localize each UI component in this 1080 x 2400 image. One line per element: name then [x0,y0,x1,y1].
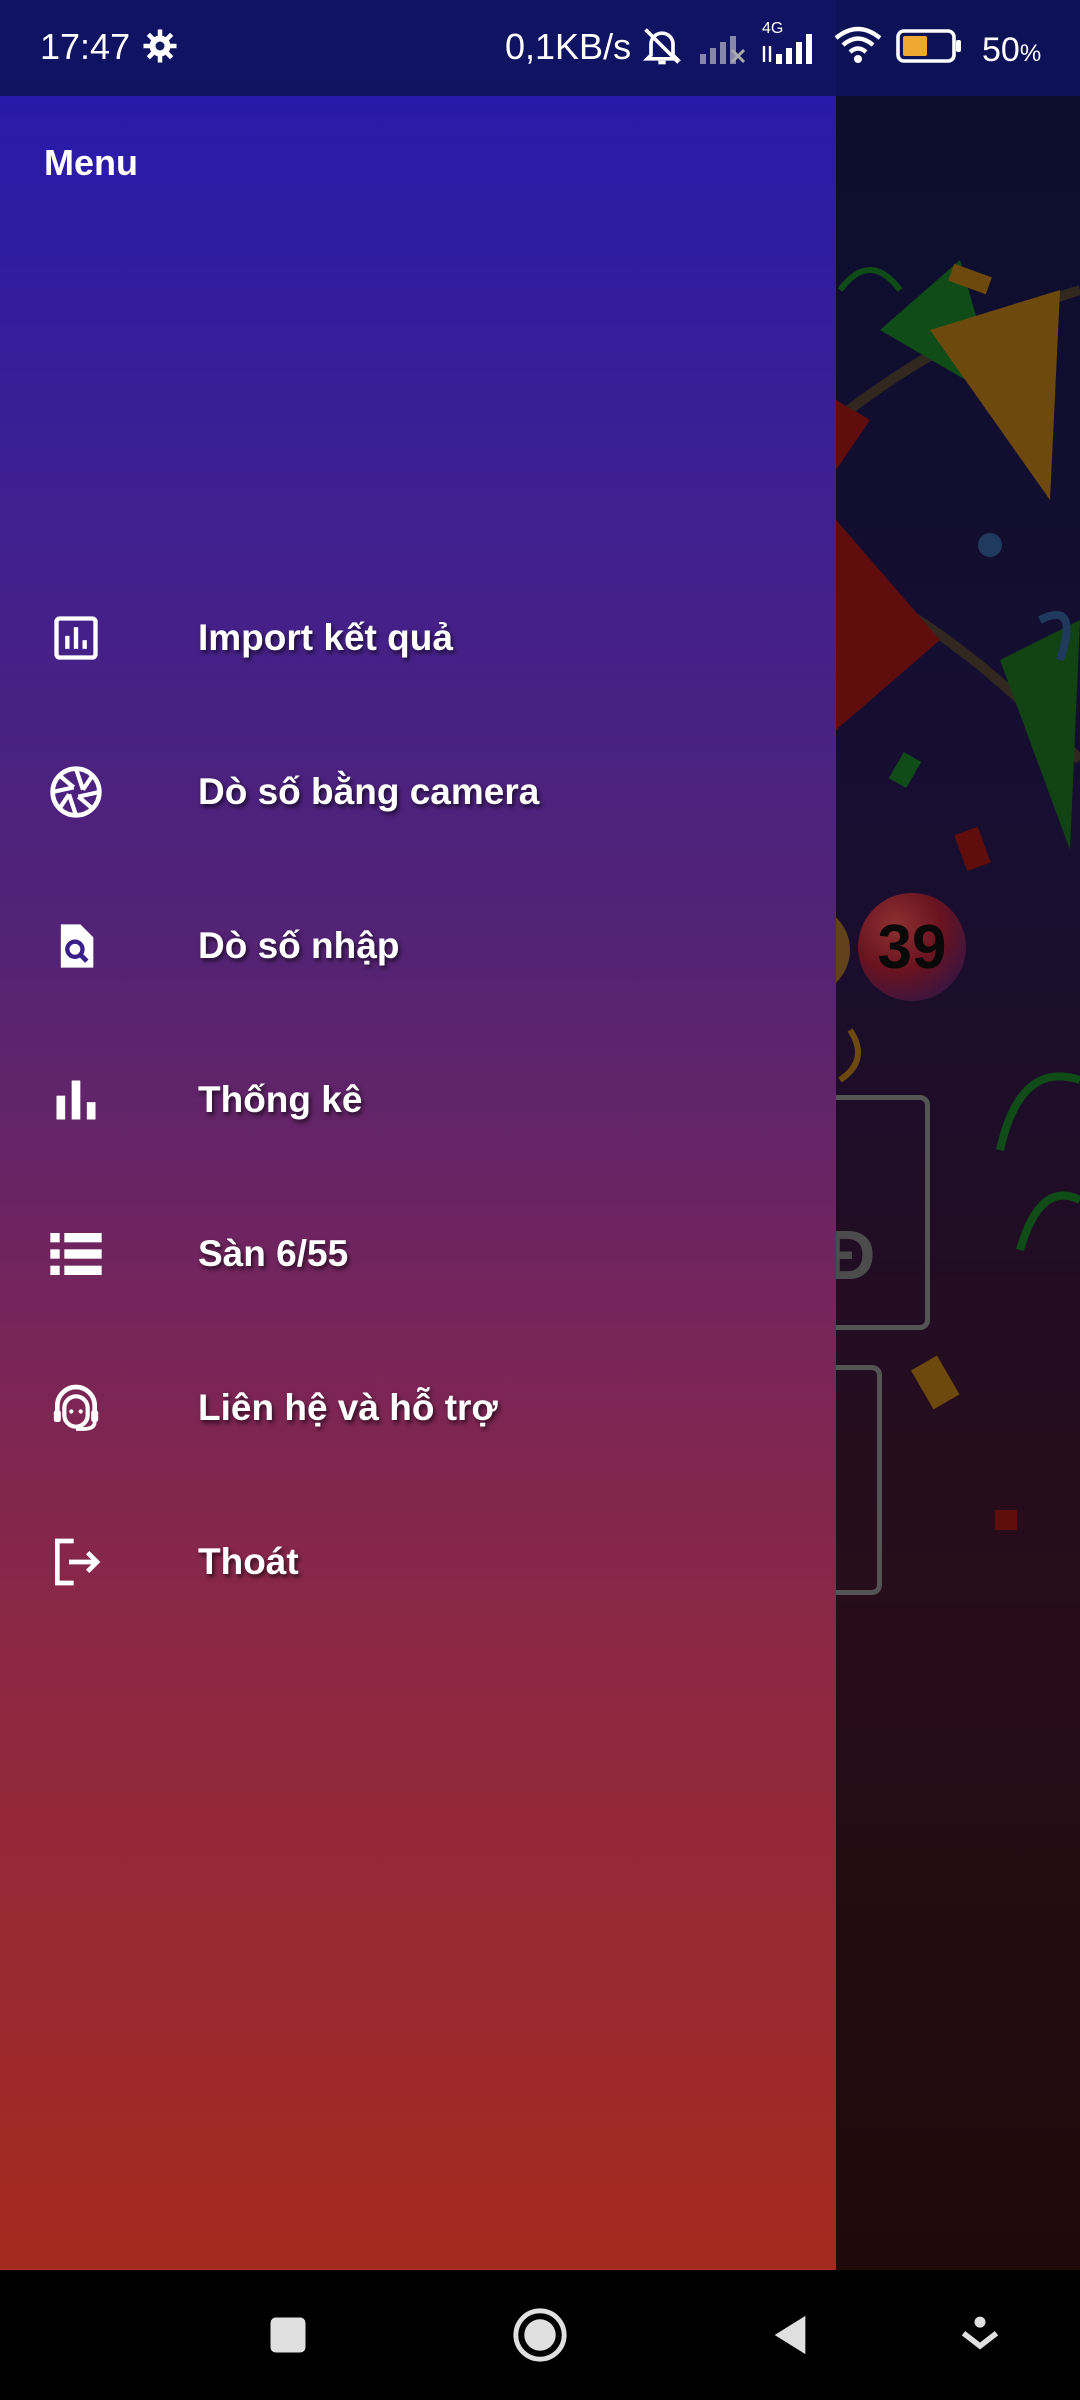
back-button[interactable] [760,2305,820,2365]
signal-icon-sim1 [698,26,746,75]
drawer-title: Menu [44,142,138,183]
menu-item-manual-check[interactable]: Dò số nhập [0,886,836,1006]
status-icons: 4G 50% [640,20,1042,77]
menu-item-statistics[interactable]: Thống kê [0,1040,836,1160]
gear-icon [142,28,178,73]
battery-unit: % [1019,40,1042,67]
menu-item-label: Sàn 6/55 [198,1233,349,1274]
menu-item-import-results[interactable]: Import kết quả [0,578,836,698]
bar-chart-icon [46,1070,106,1130]
menu-item-label: Dò số nhập [198,925,400,966]
menu-item-label: Thống kê [198,1079,363,1120]
status-bar: 17:47 0,1KB/s 4G 50% [0,0,1080,96]
report-icon [46,608,106,668]
network-speed: 0,1KB/s [505,26,632,67]
menu-item-label: Dò số bằng camera [198,771,540,812]
menu-item-exit[interactable]: Thoát [0,1502,836,1622]
navigation-drawer: Menu Import kết quả Dò số bằng camera Dò… [0,0,836,2270]
menu-item-camera-check[interactable]: Dò số bằng camera [0,732,836,852]
menu-item-label: Liên hệ và hỗ trợ [198,1387,498,1428]
menu-down-button[interactable] [950,2305,1010,2365]
battery-icon [896,29,964,72]
menu-item-label: Thoát [198,1541,299,1582]
camera-shutter-icon [46,762,106,822]
list-icon [46,1224,106,1284]
support-agent-icon [46,1378,106,1438]
recents-button[interactable] [258,2305,318,2365]
file-search-icon [46,916,106,976]
home-button[interactable] [510,2305,570,2365]
menu-item-contact-support[interactable]: Liên hệ và hỗ trợ [0,1348,836,1468]
system-nav-bar [0,2270,1080,2400]
mute-icon [640,24,684,77]
network-type-label: 4G [762,20,784,37]
battery-percent: 50% [982,31,1042,69]
logout-icon [46,1532,106,1592]
menu-item-label: Import kết quả [198,617,453,658]
status-time: 17:47 [40,26,131,67]
signal-icon-sim2: 4G [760,20,820,75]
wifi-icon [834,26,882,75]
menu-item-san-655[interactable]: Sàn 6/55 [0,1194,836,1314]
